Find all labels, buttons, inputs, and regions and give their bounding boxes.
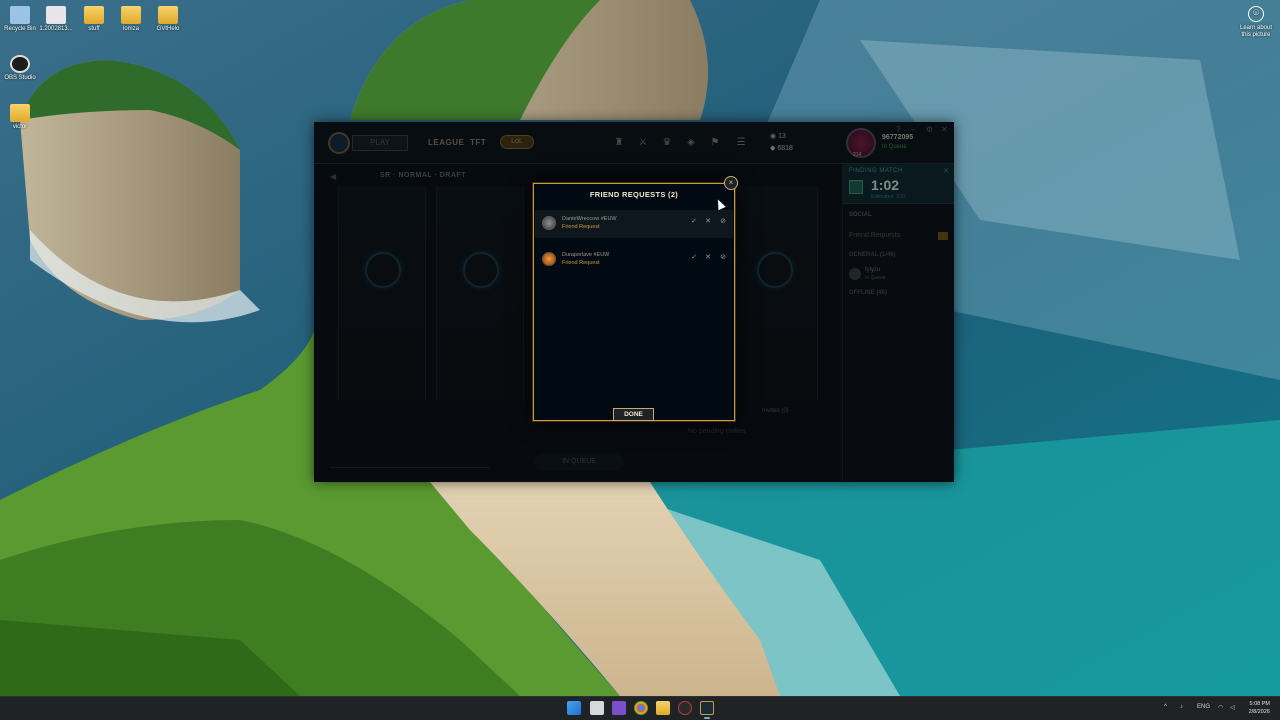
desktop-icon-folder-victor[interactable]: victor xyxy=(0,104,40,130)
desktop-icon-folder-gvthelo[interactable]: GVtHelo xyxy=(148,6,188,32)
volume-icon[interactable]: ◁ xyxy=(1230,704,1235,711)
camera-icon: ⌾ xyxy=(1248,6,1264,22)
tray-overflow-icon[interactable]: ^ xyxy=(1164,704,1167,710)
requester-avatar xyxy=(542,252,556,266)
clock-date: 2/8/2026 xyxy=(1248,709,1270,715)
request-type: Friend Request xyxy=(562,260,600,266)
modal-close-icon[interactable]: × xyxy=(724,176,738,190)
start-icon[interactable] xyxy=(567,701,581,715)
accept-icon[interactable]: ✓ xyxy=(689,217,699,227)
desktop-icon-obs-studio[interactable]: OBS Studio xyxy=(0,55,40,81)
friend-request-row[interactable]: DanteWreccow #EUW Friend Request ✓ ✕ ⊘ xyxy=(535,210,733,238)
language-indicator[interactable]: ENG xyxy=(1197,704,1210,710)
desktop-icon-recycle-bin[interactable]: Recycle Bin xyxy=(0,6,40,32)
decline-icon[interactable]: ✕ xyxy=(703,217,713,227)
microphone-icon[interactable]: ♪ xyxy=(1180,704,1183,710)
file-explorer-icon[interactable] xyxy=(656,701,670,715)
task-view-icon[interactable] xyxy=(590,701,604,715)
clock-time: 5:08 PM xyxy=(1249,701,1270,707)
block-icon[interactable]: ⊘ xyxy=(718,217,728,227)
chrome-icon[interactable] xyxy=(634,701,648,715)
friend-request-row[interactable]: Duraporlave #EUW Friend Request ✓ ✕ ⊘ xyxy=(535,246,733,274)
taskbar: ^ ♪ ENG ◠ ◁ 5:08 PM 2/8/2026 xyxy=(0,696,1280,720)
learn-about-picture[interactable]: ⌾ Learn about this picture xyxy=(1236,6,1276,39)
folder-icon xyxy=(84,6,104,24)
recycle-bin-icon xyxy=(10,6,30,24)
riot-client-icon[interactable] xyxy=(678,701,692,715)
block-icon[interactable]: ⊘ xyxy=(718,253,728,263)
obs-icon xyxy=(10,55,30,73)
system-clock[interactable]: 5:08 PM 2/8/2026 xyxy=(1249,700,1270,716)
request-type: Friend Request xyxy=(562,224,600,230)
league-taskbar-icon[interactable] xyxy=(700,701,714,715)
folder-icon xyxy=(10,104,30,122)
requester-name: DanteWreccow #EUW xyxy=(562,216,617,222)
done-button[interactable]: DONE xyxy=(613,408,654,421)
modal-title: FRIEND REQUESTS (2) xyxy=(589,190,679,199)
accept-icon[interactable]: ✓ xyxy=(689,253,699,263)
requester-name: Duraporlave #EUW xyxy=(562,252,610,258)
desktop-icon-file[interactable]: 1.2002813... xyxy=(36,6,76,32)
decline-icon[interactable]: ✕ xyxy=(703,253,713,263)
league-client-window: PLAY LEAGUE TFT LoL ♜ ⚔ ♛ ◈ ⚑ ☰ ◉ 13 ◆ 6… xyxy=(314,122,954,482)
folder-icon xyxy=(158,6,178,24)
desktop-icon-folder-lomza[interactable]: lomza xyxy=(111,6,151,32)
wifi-icon[interactable]: ◠ xyxy=(1218,704,1223,711)
desktop-icon-folder-stuff[interactable]: stuff xyxy=(74,6,114,32)
folder-icon xyxy=(121,6,141,24)
requester-avatar xyxy=(542,216,556,230)
visual-studio-icon[interactable] xyxy=(612,701,626,715)
friend-requests-modal: FRIEND REQUESTS (2) DanteWreccow #EUW Fr… xyxy=(533,183,735,421)
file-icon xyxy=(46,6,66,24)
active-app-indicator xyxy=(704,717,710,719)
